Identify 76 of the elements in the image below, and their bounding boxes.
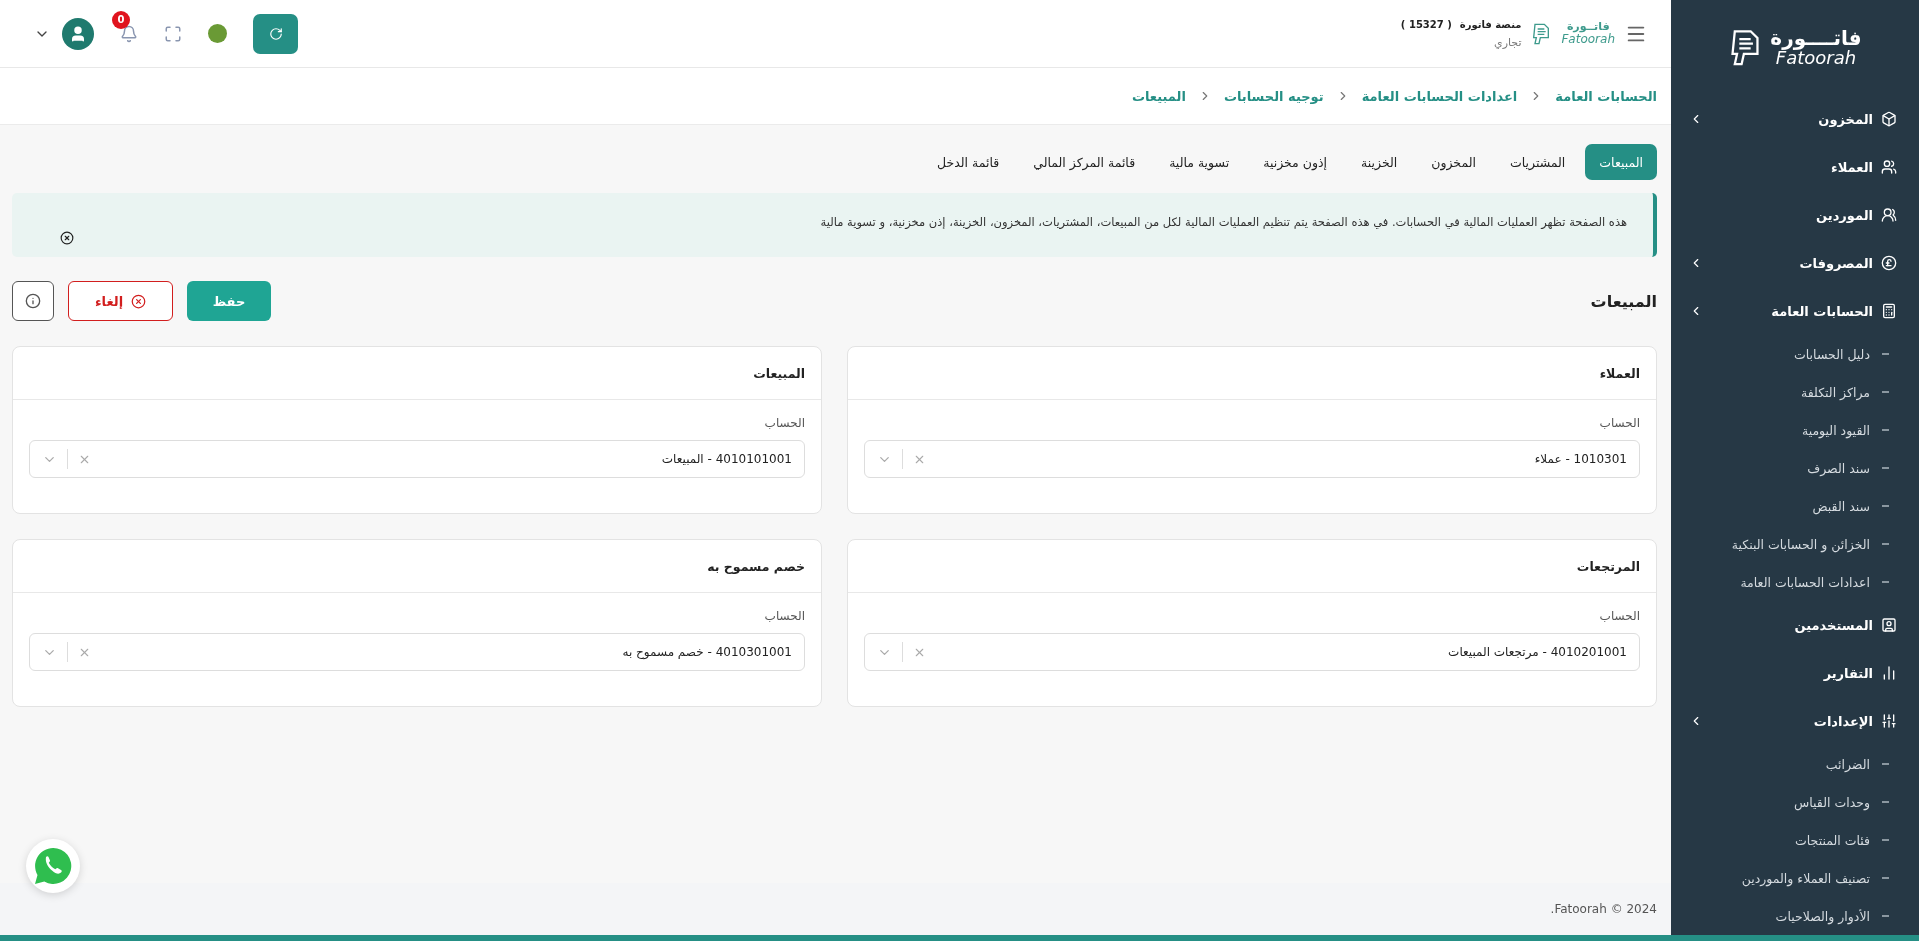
platform-name: منصة فاتورة bbox=[1459, 18, 1522, 30]
sidebar-item[interactable]: الموردين bbox=[1671, 191, 1919, 239]
logo-arabic-text: فاتــورة bbox=[1566, 21, 1610, 33]
sidebar-subitem[interactable]: تصنيف العملاء والموردين bbox=[1671, 859, 1919, 897]
field-label: الحساب bbox=[763, 609, 805, 623]
fullscreen-icon[interactable] bbox=[164, 24, 182, 43]
sidebar-item[interactable]: الحسابات العامة bbox=[1671, 287, 1919, 335]
tab[interactable]: قائمة الدخل bbox=[923, 144, 1014, 180]
card-title: المرتجعات bbox=[848, 540, 1656, 593]
breadcrumb-link[interactable]: الحسابات العامة bbox=[1555, 88, 1657, 104]
tab[interactable]: الخزينة bbox=[1347, 144, 1412, 180]
account-select[interactable]: 4010101001 - المبيعات bbox=[29, 440, 805, 478]
x-circle-icon bbox=[131, 293, 147, 309]
sidebar-subitem[interactable]: فئات المنتجات bbox=[1671, 821, 1919, 859]
close-icon bbox=[60, 231, 74, 245]
refresh-button[interactable] bbox=[253, 13, 298, 54]
sidebar-subitem[interactable]: الخزائن و الحسابات البنكية bbox=[1671, 525, 1919, 563]
sidebar-item[interactable]: المخزون bbox=[1671, 95, 1919, 143]
account-select[interactable]: 4010301001 - خصم مسموح به bbox=[29, 633, 805, 671]
box-icon bbox=[1881, 111, 1897, 127]
breadcrumb-link[interactable]: اعدادات الحسابات العامة bbox=[1361, 88, 1518, 104]
info-icon bbox=[25, 293, 41, 309]
sidebar-subitem[interactable]: سند الصرف bbox=[1671, 449, 1919, 487]
account-select[interactable]: 4010201001 - مرتجعات المبيعات bbox=[864, 633, 1640, 671]
sidebar-subitem[interactable]: الضرائب bbox=[1671, 745, 1919, 783]
bell-icon[interactable] bbox=[120, 24, 138, 43]
whatsapp-button[interactable] bbox=[26, 839, 80, 893]
field-label: الحساب bbox=[1598, 609, 1640, 623]
sidebar-item[interactable]: المصروفات bbox=[1671, 239, 1919, 287]
cancel-button[interactable]: إلغاء bbox=[68, 281, 173, 321]
card-title: المبيعات bbox=[13, 347, 821, 400]
section-title: المبيعات bbox=[1590, 291, 1657, 311]
logo-icon bbox=[1531, 22, 1552, 45]
sidebar-item[interactable]: الإعدادات bbox=[1671, 697, 1919, 745]
info-button[interactable] bbox=[12, 281, 54, 321]
bar-chart-icon bbox=[1881, 665, 1897, 681]
copyright-text: Fatoorah © 2024. bbox=[1550, 902, 1657, 916]
account-type: تجاري bbox=[1493, 35, 1522, 49]
sidebar-subitem[interactable]: مراكز التكلفة bbox=[1671, 373, 1919, 411]
tab[interactable]: المبيعات bbox=[1585, 144, 1657, 180]
pound-circle-icon bbox=[1881, 255, 1897, 271]
tab[interactable]: المشتريات bbox=[1495, 144, 1580, 180]
close-button[interactable] bbox=[60, 231, 74, 245]
card-title: خصم مسموح به bbox=[13, 540, 821, 593]
users-icon bbox=[1881, 159, 1897, 175]
user-square-icon bbox=[1881, 617, 1897, 633]
refresh-icon bbox=[268, 26, 283, 41]
tab[interactable]: قائمة المركز المالي bbox=[1019, 144, 1150, 180]
notification-badge: 0 bbox=[112, 10, 130, 29]
avatar[interactable] bbox=[62, 17, 94, 50]
tab[interactable]: إذون مخزنية bbox=[1249, 144, 1342, 180]
sidebar-subitem[interactable]: الأدوار والصلاحيات bbox=[1671, 897, 1919, 935]
field-label: الحساب bbox=[763, 416, 805, 430]
alert-text: هذه الصفحة تظهر العمليات المالية في الحسابات. في هذه الصفحة يتم تنظيم العمليات المالية لكل من المبيعات، المشتريات، المخزون، الخزينة، إذن مخزنية، و تسوية مالية bbox=[819, 215, 1627, 229]
users-group-icon bbox=[1881, 207, 1897, 223]
sidebar-subitem[interactable]: وحدات القياس bbox=[1671, 783, 1919, 821]
calculator-icon bbox=[1881, 303, 1897, 319]
user-icon bbox=[69, 24, 87, 43]
sidebar-subitem[interactable]: دليل الحسابات bbox=[1671, 335, 1919, 373]
account-select[interactable]: 1010301 - عملاء bbox=[864, 440, 1640, 478]
card-title: العملاء bbox=[848, 347, 1656, 400]
sidebar-subitem[interactable]: سند القبض bbox=[1671, 487, 1919, 525]
sidebar-subitem[interactable]: القيود اليومية bbox=[1671, 411, 1919, 449]
chat-phone-icon bbox=[32, 845, 74, 887]
sidebar-item[interactable]: العملاء bbox=[1671, 143, 1919, 191]
sliders-icon bbox=[1881, 713, 1897, 729]
sidebar-item[interactable]: المستخدمين bbox=[1671, 601, 1919, 649]
breadcrumb-link[interactable]: توجيه الحسابات bbox=[1223, 88, 1324, 104]
tab[interactable]: المخزون bbox=[1417, 144, 1490, 180]
sidebar-subitem[interactable]: اعدادات الحسابات العامة bbox=[1671, 563, 1919, 601]
tab[interactable]: تسوية مالية bbox=[1155, 144, 1244, 180]
logo-arabic-text: فاتــــورة bbox=[1770, 27, 1862, 49]
field-label: الحساب bbox=[1598, 416, 1640, 430]
breadcrumb-link[interactable]: المبيعات bbox=[1131, 88, 1186, 104]
sidebar-item[interactable]: التقارير bbox=[1671, 649, 1919, 697]
account-number: ( 15327 ) bbox=[1400, 18, 1452, 30]
